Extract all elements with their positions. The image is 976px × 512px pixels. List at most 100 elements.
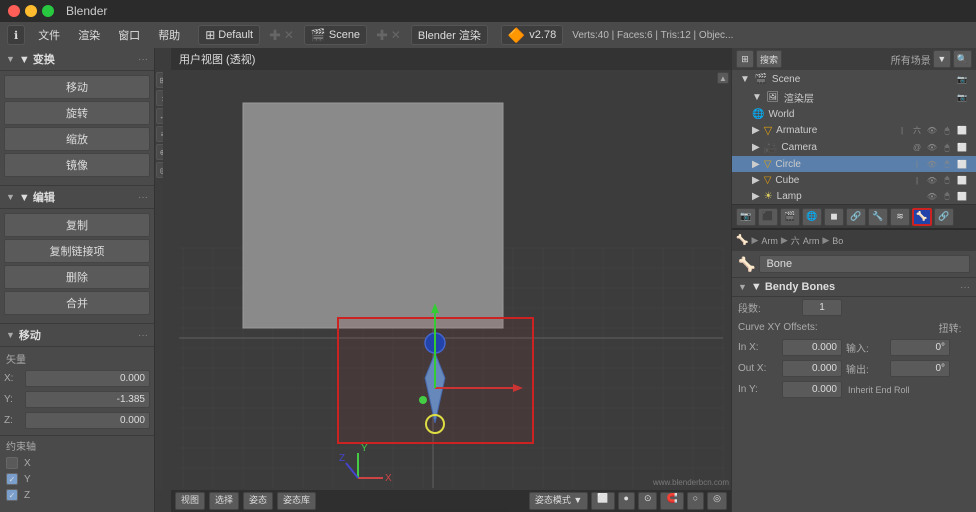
viewport-mode[interactable]: 姿态模式 ▼	[529, 492, 588, 510]
properties-panel: 📷 ⬛ 🎬 🌐 ◼ 🔗 🔧 ≋ 🦴 🔗 🦴 ▶ Arm ▶ 六 Arm ▶	[732, 204, 976, 512]
duplicate-link-button[interactable]: 复制链接项	[4, 239, 150, 263]
y-input[interactable]: -1.385	[25, 391, 150, 408]
in-y-label: In Y:	[738, 384, 778, 395]
pose-menu[interactable]: 姿态	[243, 492, 273, 510]
prop-bone-btn[interactable]: 🦴	[912, 208, 932, 226]
x-input[interactable]: 0.000	[25, 370, 150, 387]
vector-label: 矢量	[0, 349, 154, 368]
viewport-proportional[interactable]: ○	[687, 492, 704, 510]
join-button[interactable]: 合并	[4, 291, 150, 315]
prop-data-btn[interactable]: ≋	[890, 208, 910, 226]
menubar: ℹ 文件 渲染 窗口 帮助 ⊞ Default ✚ ✕ 🎬 Scene ✚ ✕ …	[0, 22, 976, 48]
tree-item-cube[interactable]: ▶ ▽ Cube | 👁 🖱 ⬜	[732, 172, 976, 188]
in-y-row: In Y: 0.000 Inherit End Roll	[732, 379, 976, 400]
transform-arrow: ▼	[6, 54, 15, 64]
curve-xy-header: Curve XY Offsets: 扭转:	[732, 318, 976, 337]
select-menu[interactable]: 选择	[209, 492, 239, 510]
engine-label: Blender 渲染	[418, 27, 481, 43]
pose-lib-menu[interactable]: 姿态库	[277, 492, 316, 510]
edit-header[interactable]: ▼ ▼ 编辑 ···	[0, 185, 154, 209]
mirror-button[interactable]: 镜像	[4, 153, 150, 177]
segments-row: 段数: 1	[732, 297, 976, 318]
prop-layers-btn[interactable]: ⬛	[758, 208, 778, 226]
minimize-button[interactable]	[25, 5, 37, 17]
menu-render[interactable]: 渲染	[70, 25, 108, 45]
rt-btn-search[interactable]: 搜索	[756, 50, 782, 68]
segments-value[interactable]: 1	[802, 299, 842, 316]
svg-text:X: X	[385, 473, 392, 484]
tree-item-renderlayer[interactable]: ▼ 🖼 渲染层 📷	[732, 88, 976, 107]
world-icon: 🌐	[752, 109, 764, 120]
rotate-button[interactable]: 旋转	[4, 101, 150, 125]
version-label: v2.78	[529, 29, 556, 41]
tree-item-circle[interactable]: ▶ ▽ Circle | 👁 🖱 ⬜	[732, 156, 976, 172]
axis-z-check[interactable]: ✓	[6, 489, 18, 501]
z-row: Z: 0.000	[0, 410, 154, 431]
axis-x-check[interactable]	[6, 457, 18, 469]
scene-selector[interactable]: 🎬 Scene	[304, 25, 367, 45]
menu-help[interactable]: 帮助	[150, 25, 188, 45]
breadcrumb-icon-arm: 🦴	[736, 235, 748, 246]
axis-z-label: Z	[24, 490, 30, 501]
view-menu[interactable]: 视图	[175, 492, 205, 510]
prop-world-btn[interactable]: 🌐	[802, 208, 822, 226]
z-input[interactable]: 0.000	[25, 412, 150, 429]
viewport[interactable]: ⊞ ↕ ← ≡ ⊕ ◎ 用户视图 (透视)	[155, 48, 731, 512]
tree-item-armature[interactable]: ▶ ▽ Armature | 六 👁 🖱 ⬜	[732, 122, 976, 139]
bone-name-input[interactable]	[759, 255, 970, 273]
move-button[interactable]: 移动	[4, 75, 150, 99]
delete-button[interactable]: 删除	[4, 265, 150, 289]
move-sub-title: 移动	[19, 327, 41, 343]
tree-item-lamp[interactable]: ▶ ☀ Lamp 👁 🖱 ⬜	[732, 188, 976, 204]
prop-render-btn[interactable]: 📷	[736, 208, 756, 226]
world-label: World	[768, 109, 794, 120]
engine-selector[interactable]: Blender 渲染	[411, 25, 488, 45]
scene-action-img[interactable]: 📷	[956, 73, 968, 85]
renderlayer-img-btn[interactable]: 📷	[956, 92, 968, 104]
svg-text:Y: Y	[361, 443, 368, 454]
bendy-bones-header[interactable]: ▼ ▼ Bendy Bones ···	[732, 277, 976, 297]
in-y-input[interactable]: 0.000	[782, 381, 842, 398]
fullscreen-button[interactable]	[42, 5, 54, 17]
viewport-onion[interactable]: ◎	[707, 492, 727, 510]
viewport-snap[interactable]: 🧲	[660, 492, 683, 510]
axis-y-check[interactable]: ✓	[6, 473, 18, 485]
viewport-draw[interactable]: ⬜	[591, 492, 614, 510]
x-row: X: 0.000	[0, 368, 154, 389]
duplicate-button[interactable]: 复制	[4, 213, 150, 237]
move-sub-header[interactable]: ▼ 移动 ···	[0, 323, 154, 347]
tree-item-scene[interactable]: ▼ 🎬 Scene 📷	[732, 70, 976, 88]
prop-modifier-btn[interactable]: 🔧	[868, 208, 888, 226]
left-sidebar: ▼ ▼ 变换 ··· 移动 旋转 缩放 镜像 ▼ ▼ 编辑 ··· 复制 复制链…	[0, 48, 155, 512]
prop-scene-btn[interactable]: 🎬	[780, 208, 800, 226]
main-layout: ▼ ▼ 变换 ··· 移动 旋转 缩放 镜像 ▼ ▼ 编辑 ··· 复制 复制链…	[0, 48, 976, 512]
prop-constraint-btn[interactable]: 🔗	[846, 208, 866, 226]
out-x-input[interactable]: 0.000	[782, 360, 842, 377]
input-value[interactable]: 0°	[890, 339, 950, 356]
rt-btn-filter[interactable]: ▼	[933, 50, 951, 68]
scale-button[interactable]: 缩放	[4, 127, 150, 151]
viewport-shading[interactable]: ●	[618, 492, 635, 510]
scroll-arrow[interactable]: ▲	[717, 72, 729, 84]
in-x-input[interactable]: 0.000	[782, 339, 842, 356]
transform-header[interactable]: ▼ ▼ 变换 ···	[0, 48, 154, 71]
tree-item-world[interactable]: 🌐 World	[732, 107, 976, 122]
breadcrumb-arm2: Arm	[803, 236, 820, 246]
prop-bone-constraint-btn[interactable]: 🔗	[934, 208, 954, 226]
menu-window[interactable]: 窗口	[110, 25, 148, 45]
armature-label: Armature	[776, 125, 817, 136]
curve-xy-label: Curve XY Offsets:	[738, 322, 924, 333]
workspace-selector[interactable]: ⊞ Default	[198, 25, 260, 45]
output-value[interactable]: 0°	[890, 360, 950, 377]
viewport-header: 用户视图 (透视)	[171, 48, 731, 70]
info-button[interactable]: ℹ	[7, 25, 25, 45]
tree-item-camera[interactable]: ▶ 🎥 Camera @ 👁 🖱 ⬜	[732, 139, 976, 156]
menu-file[interactable]: 文件	[30, 25, 68, 45]
prop-object-btn[interactable]: ◼	[824, 208, 844, 226]
rt-btn-1[interactable]: ⊞	[736, 50, 754, 68]
rt-btn-search-icon[interactable]: 🔍	[953, 50, 972, 68]
viewport-bottom: 视图 选择 姿态 姿态库 姿态模式 ▼ ⬜ ● ⊙ 🧲 ○ ◎	[171, 490, 731, 512]
viewport-pivot[interactable]: ⊙	[638, 492, 658, 510]
transform-dots: ···	[138, 54, 148, 65]
close-button[interactable]	[8, 5, 20, 17]
